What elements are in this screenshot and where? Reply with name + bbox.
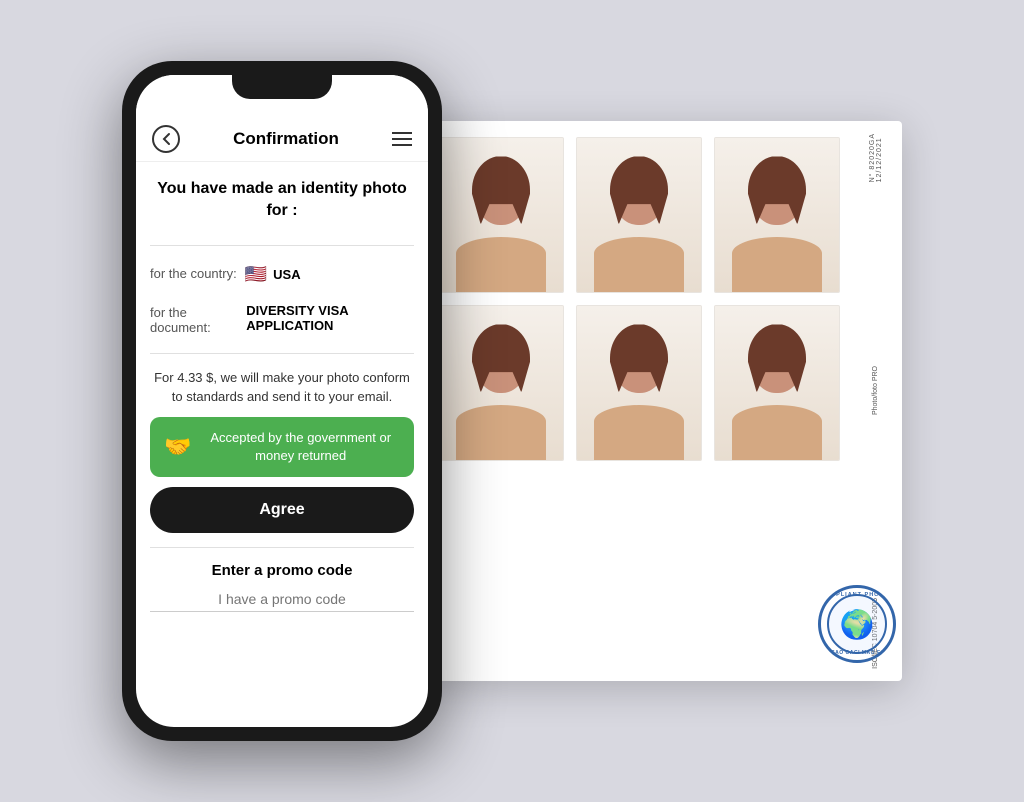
menu-line-1 <box>392 132 412 134</box>
photo-grid <box>422 121 850 681</box>
phone: Confirmation You have made an identity p… <box>122 61 442 741</box>
print-brand: Photo/foto PRO <box>871 366 880 415</box>
photo-row-1 <box>438 137 850 293</box>
promo-section: Enter a promo code <box>150 562 414 612</box>
person-photo-1 <box>439 138 563 292</box>
country-name: USA <box>273 267 300 282</box>
phone-screen: Confirmation You have made an identity p… <box>136 75 428 727</box>
flag-icon: 🇺🇸 <box>245 264 267 285</box>
price-text: For 4.33 $, we will make your photo conf… <box>150 368 414 407</box>
promo-input[interactable] <box>150 587 414 612</box>
person-photo-6 <box>715 306 839 460</box>
photo-cell-4 <box>438 305 564 461</box>
back-button[interactable] <box>152 125 180 153</box>
document-value: DIVERSITY VISA APPLICATION <box>246 303 414 333</box>
country-row: for the country: 🇺🇸 USA <box>150 260 414 289</box>
phone-content: You have made an identity photo for : fo… <box>136 162 428 727</box>
person-body-6 <box>732 405 822 460</box>
divider-3 <box>150 547 414 548</box>
handshake-icon: 🤝 <box>164 434 191 460</box>
photo-cell-5 <box>576 305 702 461</box>
agree-button[interactable]: Agree <box>150 487 414 533</box>
divider-1 <box>150 245 414 246</box>
person-photo-4 <box>439 306 563 460</box>
person-body-1 <box>456 237 546 292</box>
guarantee-banner: 🤝 Accepted by the government or money re… <box>150 417 414 477</box>
print-sidebar: N° 82020GA 12/12/2021 Photo/foto PRO ISO… <box>850 121 902 681</box>
menu-line-2 <box>392 138 412 140</box>
print-date: 12/12/2021 <box>876 137 883 182</box>
person-photo-3 <box>715 138 839 292</box>
print-number-text: N° 82020GA <box>869 133 876 182</box>
photo-cell-3 <box>714 137 840 293</box>
globe-icon: 🌍 <box>840 608 875 641</box>
person-body-3 <box>732 237 822 292</box>
person-photo-5 <box>577 306 701 460</box>
photo-cell-2 <box>576 137 702 293</box>
country-label: for the country: <box>150 264 237 281</box>
phone-notch <box>232 75 332 99</box>
stamp-circle: COMPLIANT PHOTOS 🌍 ICAO OACI MAO FO <box>818 585 896 663</box>
document-row: for the document: DIVERSITY VISA APPLICA… <box>150 299 414 339</box>
menu-button[interactable] <box>392 132 412 146</box>
person-body-5 <box>594 405 684 460</box>
photo-row-2 <box>438 305 850 461</box>
document-label: for the document: <box>150 303 238 335</box>
nav-title: Confirmation <box>233 129 339 149</box>
headline: You have made an identity photo for : <box>150 178 414 231</box>
stamp-inner: 🌍 <box>827 594 887 654</box>
nav-bar: Confirmation <box>136 119 428 162</box>
photo-print: N° 82020GA 12/12/2021 Photo/foto PRO ISO… <box>422 121 902 681</box>
brand-text: Photo/foto PRO <box>872 366 879 415</box>
photo-cell-1 <box>438 137 564 293</box>
compliance-stamp: COMPLIANT PHOTOS 🌍 ICAO OACI MAO FO <box>818 585 898 665</box>
scene: Confirmation You have made an identity p… <box>0 0 1024 802</box>
country-value: 🇺🇸 USA <box>245 264 301 285</box>
person-body-4 <box>456 405 546 460</box>
stamp-text-bottom: ICAO OACI MAO FO <box>829 650 885 656</box>
person-body-2 <box>594 237 684 292</box>
person-photo-2 <box>577 138 701 292</box>
divider-2 <box>150 353 414 354</box>
menu-line-3 <box>392 144 412 146</box>
guarantee-text: Accepted by the government or money retu… <box>201 429 400 465</box>
stamp-text-top: COMPLIANT PHOTOS <box>820 592 893 598</box>
print-number: N° 82020GA 12/12/2021 <box>869 133 883 182</box>
photo-cell-6 <box>714 305 840 461</box>
promo-title: Enter a promo code <box>150 562 414 579</box>
